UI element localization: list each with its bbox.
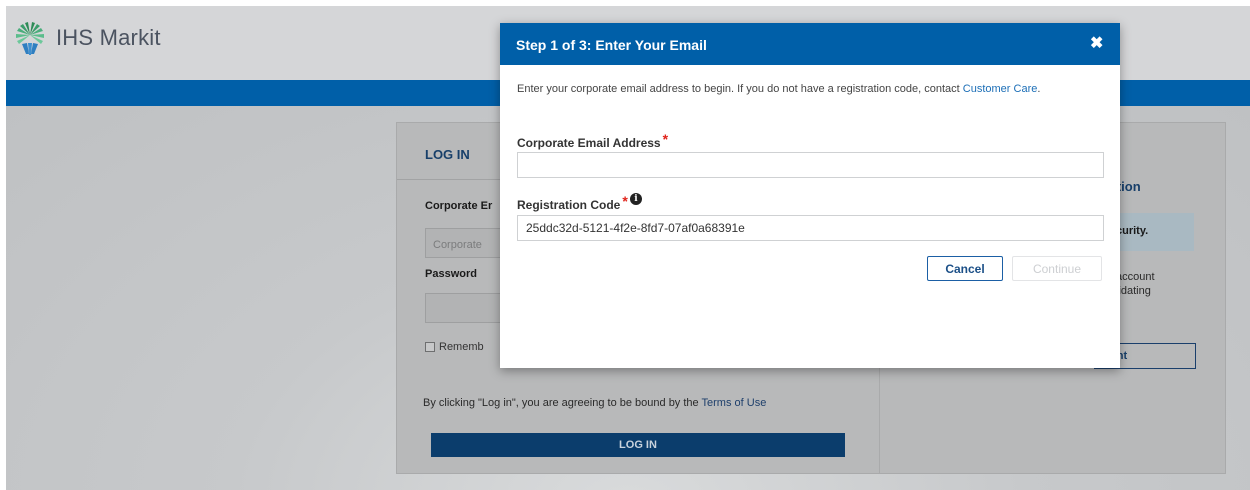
registration-code-label: Registration Code * (517, 193, 628, 212)
brand-logo[interactable]: IHS Markit (12, 20, 161, 56)
code-label-text: Registration Code (517, 198, 621, 212)
close-icon[interactable]: ✖ (1090, 33, 1103, 53)
modal-header: Step 1 of 3: Enter Your Email ✖ (500, 23, 1120, 65)
modal-title: Step 1 of 3: Enter Your Email (516, 37, 707, 53)
customer-care-link[interactable]: Customer Care (963, 83, 1038, 95)
email-label-text: Corporate Email Address (517, 136, 661, 150)
modal-intro: Enter your corporate email address to be… (517, 83, 1107, 96)
terms-agreement: By clicking "Log in", you are agreeing t… (423, 397, 766, 409)
remember-me[interactable]: Rememb (425, 341, 484, 353)
email-label: Corporate Email Address * (517, 131, 668, 150)
login-email-placeholder: Corporate (433, 239, 482, 251)
security-banner-text: curity. (1116, 225, 1149, 237)
required-asterisk: * (662, 131, 669, 147)
brand-name: IHS Markit (56, 25, 161, 50)
login-email-label: Corporate Er (425, 200, 493, 212)
login-button[interactable]: LOG IN (431, 433, 845, 457)
password-label: Password (425, 268, 477, 280)
email-input[interactable] (517, 152, 1104, 178)
continue-button[interactable]: Continue (1012, 256, 1102, 281)
intro-end: . (1037, 83, 1041, 95)
right-card-text-line-2: lidating (1116, 285, 1151, 297)
required-asterisk: * (622, 193, 628, 209)
remember-checkbox[interactable] (425, 342, 435, 352)
intro-text: Enter your corporate email address to be… (517, 83, 963, 95)
right-card-text-line-1: account (1116, 271, 1155, 283)
login-title: LOG IN (425, 147, 470, 162)
registration-code-input[interactable] (517, 215, 1104, 241)
ihs-markit-logo-icon (16, 22, 44, 55)
remember-label: Rememb (439, 341, 484, 353)
registration-modal: Step 1 of 3: Enter Your Email ✖ Enter yo… (500, 23, 1120, 368)
info-icon[interactable]: i (630, 193, 642, 205)
agreement-text: By clicking "Log in", you are agreeing t… (423, 397, 702, 409)
terms-of-use-link[interactable]: Terms of Use (702, 397, 767, 409)
cancel-button[interactable]: Cancel (927, 256, 1003, 281)
